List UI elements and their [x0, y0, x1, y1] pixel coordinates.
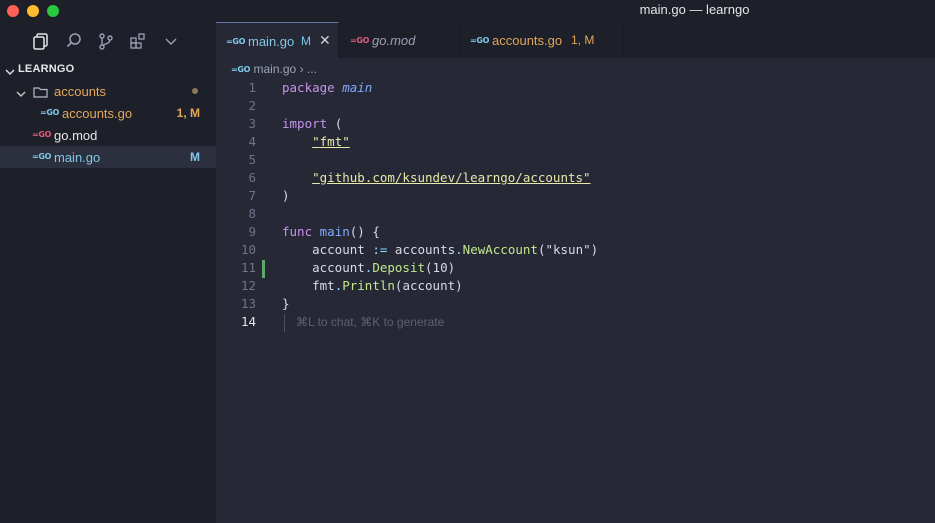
breadcrumb-file[interactable]: main.go	[254, 62, 297, 76]
code-line: 8	[216, 206, 935, 224]
breadcrumb-separator: ›	[299, 62, 304, 76]
code-line: 12 fmt.Println(account)	[216, 278, 935, 296]
code-line: 6 "github.com/ksundev/learngo/accounts"	[216, 170, 935, 188]
line-number: 13	[240, 296, 256, 311]
line-number: 8	[248, 206, 256, 221]
line-number: 7	[248, 188, 256, 203]
code-line: 4 "fmt"	[216, 134, 935, 152]
code-line: 3 import (	[216, 116, 935, 134]
breadcrumb-more[interactable]: ...	[307, 62, 317, 76]
code-line: 10 account := accounts.NewAccount("ksun"…	[216, 242, 935, 260]
line-number: 2	[248, 98, 256, 113]
status-badge: 1, M	[176, 106, 200, 120]
go-file-icon: =GO	[231, 65, 251, 74]
chevron-down-icon[interactable]	[162, 32, 180, 50]
tab-main-go[interactable]: =GO main.go M ✕	[216, 22, 339, 58]
line-number: 4	[248, 134, 256, 149]
tab-accounts-go[interactable]: =GO accounts.go 1, M	[460, 22, 624, 58]
go-mod-icon: =GO	[32, 130, 52, 139]
close-window-button[interactable]	[7, 5, 19, 17]
tree-item-label: accounts.go	[62, 106, 133, 121]
go-file-icon: =GO	[32, 152, 52, 161]
code-line: 14 ⌘L to chat, ⌘K to generate	[216, 314, 935, 332]
tree-item-label: main.go	[54, 150, 101, 165]
tab-bar: =GO main.go M ✕ =GO go.mod =GO accounts.…	[216, 22, 935, 58]
tree-file-accounts-go[interactable]: =GO accounts.go 1, M	[0, 102, 216, 124]
line-number: 9	[248, 224, 256, 239]
code-line: 9 func main() {	[216, 224, 935, 242]
explorer-title: LEARNGO	[18, 63, 75, 75]
go-mod-icon: =GO	[350, 36, 370, 45]
line-number: 3	[248, 116, 256, 131]
tree-file-go-mod[interactable]: =GO go.mod	[0, 124, 216, 146]
minimize-window-button[interactable]	[27, 5, 39, 17]
code-line: 2	[216, 98, 935, 116]
title-bar: main.go — learngo	[0, 0, 935, 22]
tab-label: go.mod	[372, 33, 416, 48]
breadcrumb: =GO main.go › ...	[231, 62, 317, 78]
code-line: 1 package main	[216, 80, 935, 98]
folder-icon	[33, 85, 48, 103]
line-number: 12	[240, 278, 256, 293]
source-control-icon[interactable]	[97, 32, 115, 50]
line-number: 11	[240, 260, 256, 275]
sidebar: LEARNGO accounts =GO accounts.go 1, M =G…	[0, 22, 216, 523]
code-editor[interactable]: 1 package main 2 3 import ( 4 "fmt" 5 6 …	[216, 80, 935, 523]
tab-label: accounts.go	[492, 33, 563, 48]
go-file-icon: =GO	[470, 36, 490, 45]
tab-status: 1, M	[571, 33, 595, 47]
tree-file-main-go[interactable]: =GO main.go M	[0, 146, 216, 168]
ai-hint-text: ⌘L to chat, ⌘K to generate	[296, 315, 445, 329]
code-line: 11 account.Deposit(10)	[216, 260, 935, 278]
maximize-window-button[interactable]	[47, 5, 59, 17]
tab-status: M	[301, 34, 311, 48]
tab-label: main.go	[248, 34, 295, 49]
explorer-header[interactable]: LEARNGO	[0, 62, 216, 78]
tree-item-label: accounts	[54, 84, 107, 99]
status-badge: M	[190, 150, 200, 164]
activity-bar	[0, 22, 216, 58]
code-line: 5	[216, 152, 935, 170]
tab-go-mod[interactable]: =GO go.mod	[339, 22, 460, 58]
line-number: 5	[248, 152, 256, 167]
extensions-icon[interactable]	[129, 32, 147, 50]
tree-folder-accounts[interactable]: accounts	[0, 80, 216, 102]
line-number: 14	[240, 314, 256, 329]
go-file-icon: =GO	[40, 108, 60, 117]
code-line: 7 )	[216, 188, 935, 206]
modified-dot	[192, 88, 198, 94]
go-file-icon: =GO	[226, 37, 246, 46]
line-number: 6	[248, 170, 256, 185]
tree-item-label: go.mod	[54, 128, 98, 143]
search-icon[interactable]	[65, 32, 83, 50]
files-icon[interactable]	[32, 32, 50, 50]
code-line: 13 }	[216, 296, 935, 314]
close-icon[interactable]: ✕	[319, 32, 331, 49]
line-number: 10	[240, 242, 256, 257]
line-number: 1	[248, 80, 256, 95]
window-title: main.go — learngo	[639, 2, 750, 17]
